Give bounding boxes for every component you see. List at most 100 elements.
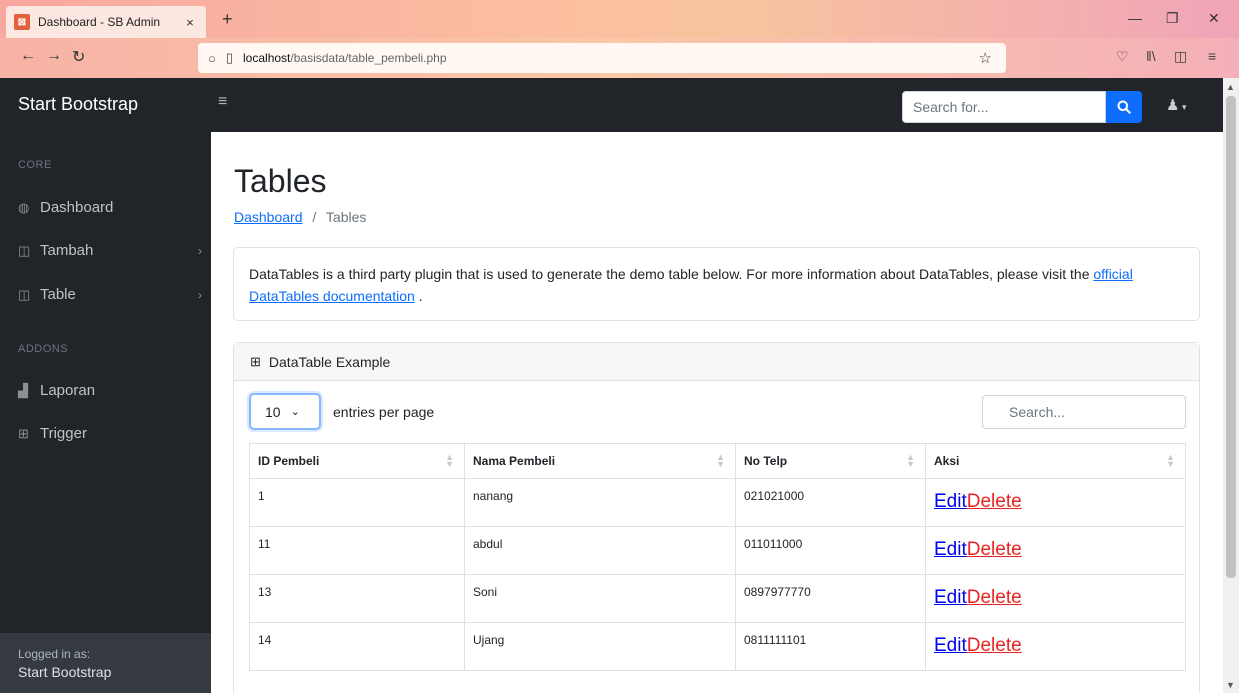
reload-icon[interactable]: ↻ — [72, 47, 85, 67]
url-path: /basisdata/table_pembeli.php — [290, 51, 447, 65]
data-table: ID Pembeli ▲ ▼ Nama Pembeli ▲ ▼ No Telp ▲ ▼ Ak… — [249, 443, 1186, 671]
logged-in-user: Start Bootstrap — [18, 664, 112, 680]
chart-area-icon: ▟ — [18, 382, 28, 398]
search-icon — [1117, 100, 1131, 114]
breadcrumb-separator: / — [312, 209, 317, 225]
minimize-icon[interactable]: — — [1128, 10, 1142, 26]
brand[interactable]: Start Bootstrap — [18, 94, 138, 115]
edit-link[interactable]: Edit — [934, 539, 967, 560]
sort-icon: ▲ ▼ — [1166, 452, 1175, 469]
entries-label: entries per page — [333, 404, 435, 420]
sidebar-item-laporan[interactable]: ▟ Laporan — [18, 382, 202, 399]
sidebar-footer: Logged in as: Start Bootstrap — [0, 633, 211, 693]
search-button[interactable] — [1106, 91, 1142, 123]
entries-value: 10 — [265, 403, 281, 420]
chevron-down-icon: ⌄ — [290, 406, 300, 418]
tab-close-icon[interactable]: × — [182, 15, 198, 30]
sidebar-item-label: Table — [40, 286, 76, 303]
breadcrumb: Dashboard / Tables — [234, 209, 366, 225]
breadcrumb-link-dashboard[interactable]: Dashboard — [234, 209, 303, 225]
chevron-right-icon: › — [198, 243, 202, 258]
table-row: 1 nanang 021021000 EditDelete — [249, 478, 1186, 527]
datatable-title: DataTable Example — [268, 353, 391, 370]
entries-per-page-select[interactable]: 10 ⌄ — [249, 393, 321, 430]
sidebar-item-label: Tambah — [40, 242, 94, 259]
sidebar-item-label: Trigger — [40, 425, 87, 442]
table-row: 13 Soni 0897977770 EditDelete — [249, 574, 1186, 623]
close-window-icon[interactable]: ✕ — [1208, 10, 1220, 27]
cell-telp: 0897977770 — [735, 574, 926, 623]
sidebar-item-label: Dashboard — [40, 199, 114, 216]
user-menu[interactable]: ♟ ▾ — [1166, 96, 1186, 114]
cell-aksi: EditDelete — [925, 478, 1186, 527]
cell-telp: 011011000 — [735, 526, 926, 575]
tab-title: Dashboard - SB Admin — [38, 15, 161, 29]
library-icon[interactable]: ‖\ — [1146, 48, 1156, 64]
table-row: 14 Ujang 0811111101 EditDelete — [249, 622, 1186, 671]
edit-link[interactable]: Edit — [934, 491, 967, 512]
chevron-right-icon: › — [198, 287, 202, 302]
cell-nama: nanang — [464, 478, 736, 527]
column-header-telp[interactable]: No Telp ▲ ▼ — [735, 443, 926, 479]
new-tab-icon[interactable]: + — [222, 9, 233, 30]
column-header-nama[interactable]: Nama Pembeli ▲ ▼ — [464, 443, 736, 479]
page-icon: ▯ — [225, 50, 234, 65]
cell-id: 1 — [249, 478, 465, 527]
scroll-down-icon[interactable]: ▼ — [1226, 680, 1235, 690]
cell-id: 13 — [249, 574, 465, 623]
info-end: . — [418, 288, 423, 304]
address-bar[interactable]: ○ ▯ localhost/basisdata/table_pembeli.ph… — [198, 43, 1006, 73]
cell-id: 14 — [249, 622, 465, 671]
delete-link[interactable]: Delete — [967, 635, 1022, 656]
table-header-row: ID Pembeli ▲ ▼ Nama Pembeli ▲ ▼ No Telp ▲ ▼ Ak… — [249, 443, 1186, 479]
sidebar-toggle-icon[interactable]: ≡ — [218, 93, 227, 111]
favicon-icon: ⊠ — [14, 14, 30, 30]
sidebar: CORE ◍ Dashboard ◫ Tambah › ◫ Table › AD… — [0, 132, 211, 693]
scroll-up-icon[interactable]: ▲ — [1226, 82, 1235, 92]
cell-telp: 021021000 — [735, 478, 926, 527]
columns-icon: ◫ — [18, 286, 31, 302]
caret-down-icon: ▾ — [1179, 102, 1187, 112]
bookmark-star-icon[interactable]: ☆ — [979, 49, 992, 67]
back-icon[interactable]: ← — [20, 47, 36, 65]
cell-nama: Soni — [464, 574, 736, 623]
sort-icon: ▲ ▼ — [716, 452, 725, 469]
cell-aksi: EditDelete — [925, 622, 1186, 671]
browser-tab-bar: ⊠ Dashboard - SB Admin × + — ❐ ✕ — [0, 0, 1239, 38]
logged-in-label: Logged in as: — [18, 647, 91, 661]
edit-link[interactable]: Edit — [934, 635, 967, 656]
search-input[interactable]: Search for... — [902, 91, 1106, 123]
pocket-icon[interactable]: ♡ — [1116, 48, 1129, 65]
delete-link[interactable]: Delete — [967, 587, 1022, 608]
sort-icon: ▲ ▼ — [906, 452, 915, 469]
sidebar-toggle-icon[interactable]: ◫ — [1174, 48, 1187, 65]
cell-nama: abdul — [464, 526, 736, 575]
cell-aksi: EditDelete — [925, 574, 1186, 623]
table-icon: ⊞ — [18, 425, 29, 441]
sidebar-item-tambah[interactable]: ◫ Tambah › — [18, 242, 202, 259]
menu-icon[interactable]: ≡ — [1208, 48, 1216, 64]
delete-link[interactable]: Delete — [967, 539, 1022, 560]
sidebar-item-dashboard[interactable]: ◍ Dashboard — [18, 199, 202, 216]
table-search-input[interactable]: Search... — [982, 395, 1186, 429]
scrollbar-thumb[interactable] — [1226, 96, 1236, 578]
cell-aksi: EditDelete — [925, 526, 1186, 575]
forward-icon[interactable]: → — [46, 47, 62, 65]
table-row: 11 abdul 011011000 EditDelete — [249, 526, 1186, 575]
page-title: Tables — [234, 163, 327, 199]
column-header-aksi[interactable]: Aksi ▲ ▼ — [925, 443, 1186, 479]
cell-id: 11 — [249, 526, 465, 575]
sidebar-item-trigger[interactable]: ⊞ Trigger — [18, 425, 202, 442]
sidebar-item-label: Laporan — [40, 382, 96, 399]
column-header-id[interactable]: ID Pembeli ▲ ▼ — [249, 443, 465, 479]
edit-link[interactable]: Edit — [934, 587, 967, 608]
sidebar-heading-addons: ADDONS — [18, 343, 69, 355]
info-text: DataTables is a third party plugin that … — [249, 266, 1090, 282]
delete-link[interactable]: Delete — [967, 491, 1022, 512]
cell-nama: Ujang — [464, 622, 736, 671]
sidebar-item-table[interactable]: ◫ Table › — [18, 286, 202, 303]
browser-tab[interactable]: ⊠ Dashboard - SB Admin × — [6, 6, 206, 38]
restore-icon[interactable]: ❐ — [1166, 10, 1179, 27]
url-host: localhost — [243, 51, 291, 65]
tachometer-icon: ◍ — [18, 199, 30, 215]
